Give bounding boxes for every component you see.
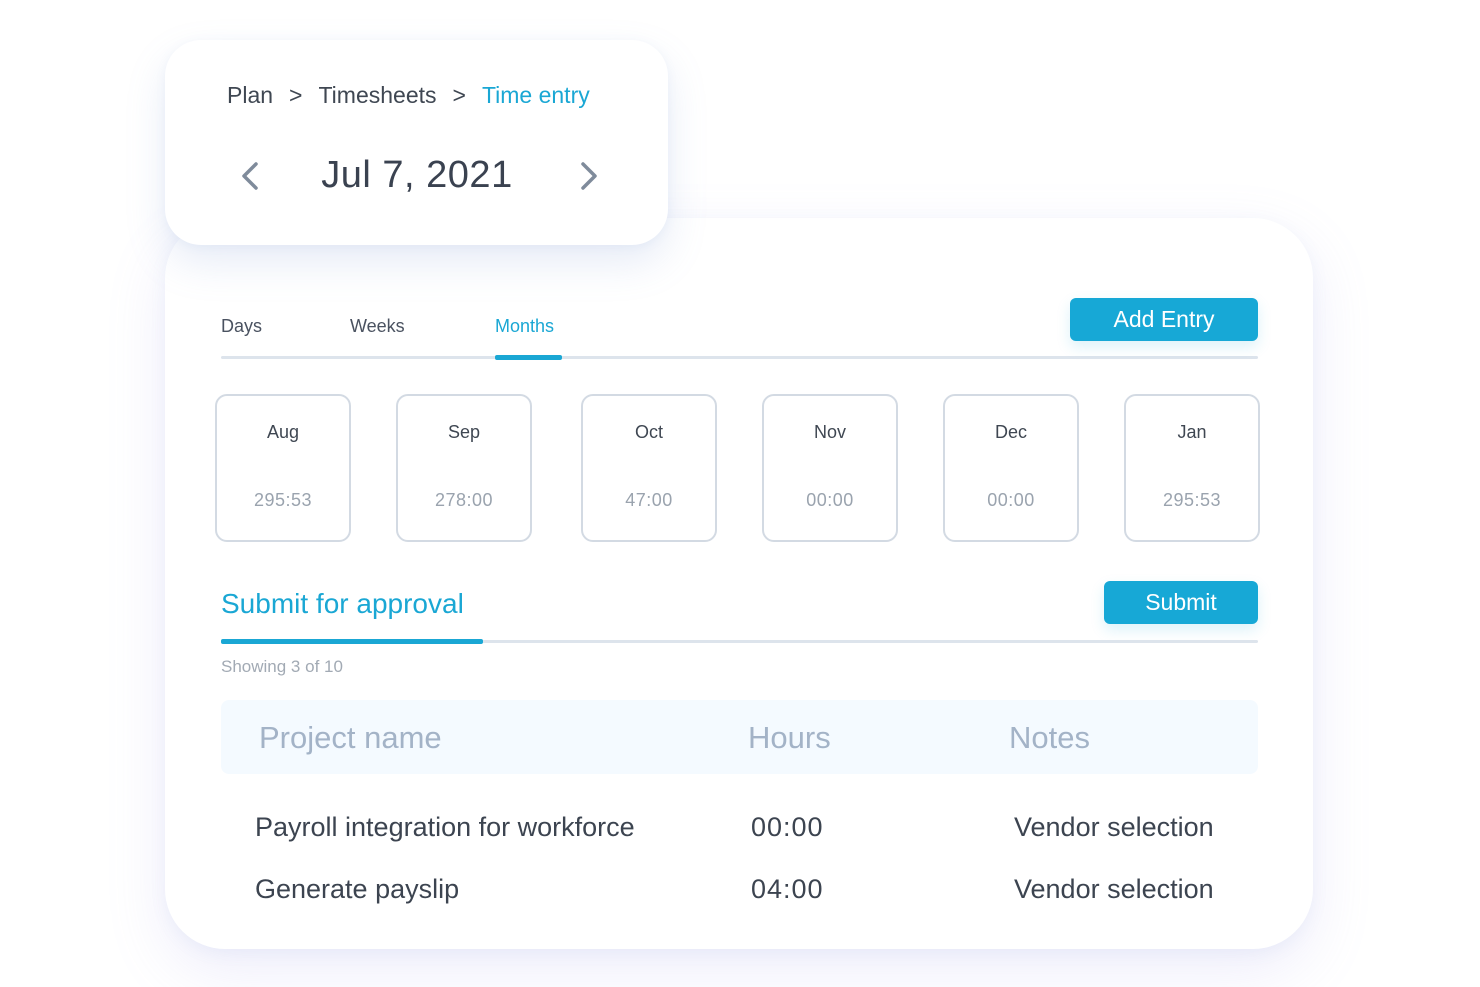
hours-cell: 00:00 — [751, 812, 824, 842]
submit-button[interactable]: Submit — [1104, 581, 1258, 624]
breadcrumb: Plan > Timesheets > Time entry — [227, 82, 590, 109]
month-hours: 278:00 — [434, 490, 494, 510]
month-card-aug[interactable]: Aug 295:53 — [215, 394, 351, 542]
month-name: Oct — [634, 422, 663, 442]
chevron-left-icon[interactable] — [233, 158, 269, 194]
results-count: Showing 3 of 10 — [221, 657, 343, 676]
notes-cell: Vendor selection — [1014, 874, 1214, 904]
breadcrumb-separator: > — [289, 82, 303, 108]
month-card-oct[interactable]: Oct 47:00 — [581, 394, 717, 542]
project-name-cell: Generate payslip — [255, 874, 460, 904]
month-card-dec[interactable]: Dec 00:00 — [943, 394, 1079, 542]
month-hours: 295:53 — [1162, 490, 1222, 510]
month-summary-list: Aug 295:53 Sep 278:00 Oct 47:00 Nov 00:0… — [215, 394, 1260, 542]
column-header-project[interactable]: Project name — [259, 720, 442, 756]
month-name: Aug — [266, 422, 300, 442]
chevron-right-icon[interactable] — [570, 158, 606, 194]
tab-weeks[interactable]: Weeks — [350, 316, 405, 337]
current-date: Jul 7, 2021 — [321, 154, 513, 196]
project-name-cell: Payroll integration for workforce — [255, 812, 635, 842]
month-hours: 00:00 — [987, 490, 1035, 510]
month-card-jan[interactable]: Jan 295:53 — [1124, 394, 1260, 542]
month-hours: 47:00 — [625, 490, 673, 510]
active-tab-indicator — [495, 355, 562, 360]
column-header-notes[interactable]: Notes — [1009, 720, 1090, 756]
month-hours: 295:53 — [253, 490, 313, 510]
breadcrumb-item-plan[interactable]: Plan — [227, 82, 273, 109]
add-entry-button[interactable]: Add Entry — [1070, 298, 1258, 341]
breadcrumb-item-time-entry: Time entry — [481, 82, 590, 108]
table-header: Project name Hours Notes — [221, 700, 1258, 774]
table-row[interactable]: Payroll integration for workforce 00:00 … — [221, 808, 1258, 858]
column-header-hours[interactable]: Hours — [748, 720, 831, 756]
month-card-nov[interactable]: Nov 00:00 — [762, 394, 898, 542]
month-name: Sep — [447, 422, 481, 442]
date-card: Plan > Timesheets > Time entry Jul 7, 2021 — [165, 40, 668, 245]
month-name: Jan — [1177, 422, 1207, 442]
breadcrumb-separator: > — [452, 82, 466, 108]
section-title: Submit for approval — [221, 588, 464, 619]
tabs-divider — [221, 356, 1258, 359]
month-card-sep[interactable]: Sep 278:00 — [396, 394, 532, 542]
date-navigator: Jul 7, 2021 — [225, 148, 615, 204]
section-underline — [221, 639, 483, 644]
tab-months[interactable]: Months — [495, 316, 554, 337]
month-hours: 00:00 — [806, 490, 854, 510]
breadcrumb-item-timesheets[interactable]: Timesheets — [318, 82, 436, 109]
month-name: Dec — [994, 422, 1027, 442]
timesheet-card: Days Weeks Months Add Entry Aug 295:53 S… — [165, 218, 1313, 949]
hours-cell: 04:00 — [751, 874, 824, 904]
tab-days[interactable]: Days — [221, 316, 262, 337]
month-name: Nov — [813, 422, 846, 442]
table-row[interactable]: Generate payslip 04:00 Vendor selection — [221, 870, 1258, 920]
notes-cell: Vendor selection — [1014, 812, 1214, 842]
